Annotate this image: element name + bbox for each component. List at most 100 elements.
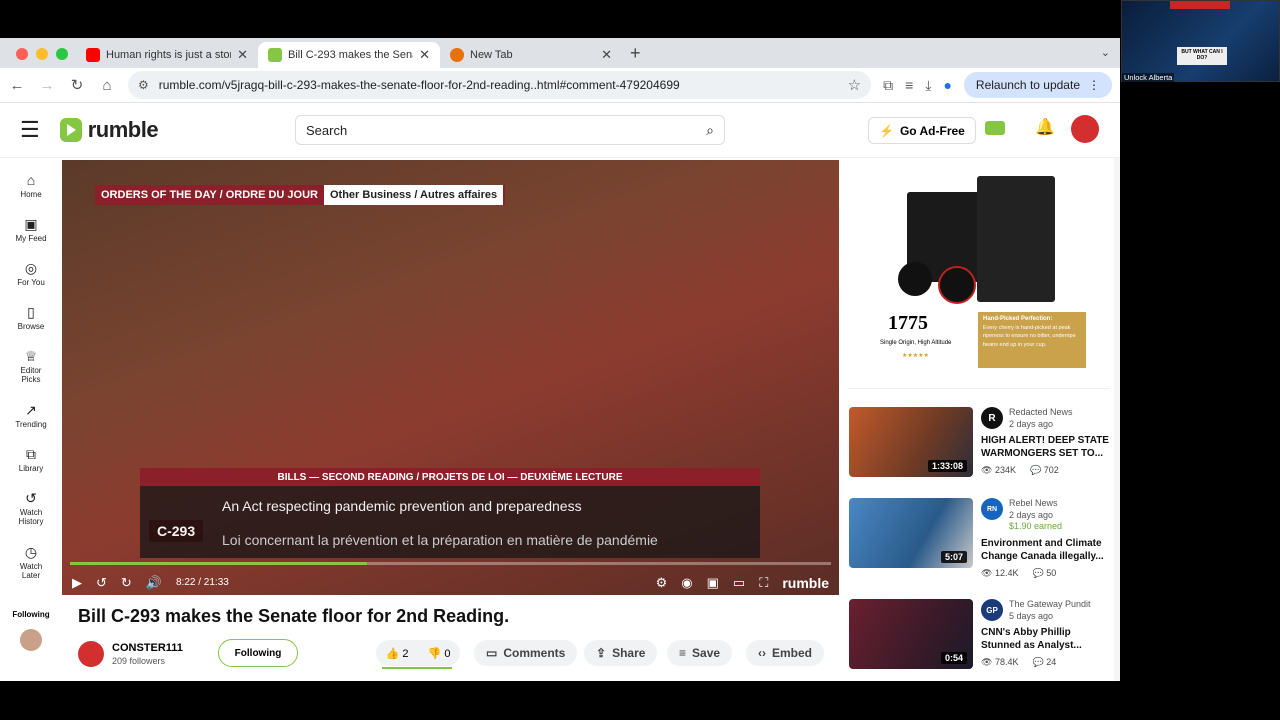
- sidebar-item-editor-picks[interactable]: ♕ Editor Picks: [0, 348, 62, 388]
- channel-info[interactable]: CONSTER111 209 followers: [78, 641, 183, 667]
- close-window-button[interactable]: [16, 48, 28, 60]
- user-avatar[interactable]: [1071, 115, 1099, 143]
- video-duration: 5:07: [940, 551, 967, 563]
- dislike-button[interactable]: 👎 0: [428, 647, 451, 660]
- pip-video[interactable]: BUT WHAT CAN I DO? Unlock Alberta: [1121, 0, 1280, 82]
- rewind-icon[interactable]: ↺: [96, 575, 107, 591]
- rumble-favicon-icon: [268, 48, 282, 62]
- sidebar-item-home[interactable]: ⌂ Home: [0, 172, 62, 202]
- search-icon[interactable]: ⌕: [706, 122, 714, 139]
- video-player[interactable]: ORDERS OF THE DAY / ORDRE DU JOUR Other …: [62, 160, 839, 595]
- pip-label: Unlock Alberta: [1122, 73, 1175, 82]
- home-browser-icon[interactable]: ⌂: [98, 77, 116, 94]
- relaunch-button[interactable]: Relaunch to update ⋮: [963, 72, 1112, 98]
- sidebar-item-my-feed[interactable]: ▣ My Feed: [0, 216, 62, 246]
- more-vertical-icon[interactable]: ⋮: [1088, 78, 1100, 92]
- back-arrow-icon[interactable]: ←: [8, 77, 26, 94]
- search-input[interactable]: Search ⌕: [295, 115, 725, 145]
- new-tab-plus-icon[interactable]: +: [630, 43, 641, 64]
- close-tab-icon[interactable]: ✕: [419, 47, 430, 63]
- view-count: 12.4K: [994, 568, 1019, 579]
- forward-icon[interactable]: ↻: [121, 575, 132, 591]
- video-progress-bar[interactable]: [70, 562, 831, 565]
- player-rumble-logo[interactable]: rumble: [782, 575, 829, 591]
- progress-fill: [70, 562, 367, 565]
- tab-human-rights[interactable]: Human rights is just a story - ✕: [76, 42, 258, 68]
- site-settings-icon[interactable]: ⚙: [138, 78, 149, 92]
- theater-mode-icon[interactable]: ▭: [733, 575, 745, 591]
- sidebar-item-library[interactable]: ⧉ Library: [0, 446, 62, 476]
- sidebar-item-trending[interactable]: ↗ Trending: [0, 402, 62, 432]
- following-button[interactable]: Following: [218, 639, 298, 667]
- hamburger-menu-icon[interactable]: ☰: [20, 117, 40, 143]
- close-tab-icon[interactable]: ✕: [237, 47, 248, 63]
- extensions-icon[interactable]: ⧉: [883, 77, 893, 94]
- video-title[interactable]: CNN's Abby Phillip Stunned as Analyst...: [981, 626, 1111, 652]
- video-thumbnail[interactable]: 0:54: [849, 599, 973, 669]
- views-stat: 👁 78.4K: [981, 657, 1019, 668]
- video-title[interactable]: Environment and Climate Change Canada il…: [981, 537, 1111, 563]
- rumble-logo[interactable]: rumble: [59, 117, 159, 143]
- bookmark-star-icon[interactable]: ☆: [848, 76, 861, 94]
- page-scrollbar[interactable]: [1114, 158, 1120, 681]
- volume-icon[interactable]: 🔊: [146, 575, 162, 591]
- upload-camera-icon[interactable]: [985, 121, 1005, 135]
- reload-icon[interactable]: ↻: [68, 76, 86, 94]
- profile-icon[interactable]: ●: [943, 77, 951, 93]
- channel-name[interactable]: CONSTER111: [112, 642, 183, 654]
- video-title[interactable]: HIGH ALERT! DEEP STATE WARMONGERS SET TO…: [981, 434, 1111, 460]
- fullscreen-icon[interactable]: ⛶: [759, 575, 768, 591]
- like-button[interactable]: 👍 2: [386, 647, 409, 660]
- go-ad-free-button[interactable]: ⚡ Go Ad-Free: [868, 117, 976, 144]
- tab-bill-c293[interactable]: Bill C-293 makes the Senate ✕: [258, 42, 440, 68]
- play-icon[interactable]: ▶: [72, 575, 82, 591]
- browser-window: Human rights is just a story - ✕ Bill C-…: [0, 38, 1120, 681]
- channel-avatar[interactable]: RN: [981, 498, 1003, 520]
- sidebar-item-watch-later[interactable]: ◷ Watch Later: [0, 544, 62, 584]
- reading-list-icon[interactable]: ≡: [905, 77, 913, 93]
- video-top-banner: ORDERS OF THE DAY / ORDRE DU JOUR Other …: [95, 185, 506, 205]
- tab-search-chevron-icon[interactable]: ⌄: [1101, 46, 1110, 59]
- following-channel-avatar[interactable]: [20, 629, 42, 651]
- comments-button[interactable]: ▭ Comments: [474, 640, 578, 666]
- channel-avatar[interactable]: GP: [981, 599, 1003, 621]
- tab-new-tab[interactable]: New Tab ✕: [440, 42, 622, 68]
- banner-left-text: ORDERS OF THE DAY / ORDRE DU JOUR: [101, 189, 318, 201]
- comments-stat: 💬 50: [1032, 568, 1057, 579]
- save-button[interactable]: ≡ Save: [667, 640, 733, 666]
- window-controls: [16, 48, 68, 60]
- channel-avatar[interactable]: R: [981, 407, 1003, 429]
- comment-count: 702: [1043, 465, 1059, 476]
- sidebar-item-for-you[interactable]: ◎ For You: [0, 260, 62, 290]
- sidebar-ad[interactable]: 1775 Single Origin, High Altitude ★★★★★ …: [852, 172, 1110, 382]
- settings-gear-icon[interactable]: ⚙: [656, 575, 668, 591]
- recommended-video[interactable]: 1:33:08 R Redacted News 2 days ago HIGH …: [849, 407, 1111, 479]
- channel-name[interactable]: Rebel News: [1009, 498, 1062, 510]
- autoplay-toggle-icon[interactable]: ◉: [681, 575, 692, 591]
- embed-button[interactable]: ‹› Embed: [746, 640, 825, 666]
- sidebar-item-browse[interactable]: ▯ Browse: [0, 304, 62, 334]
- sidebar-item-label: Library: [18, 464, 44, 473]
- channel-name[interactable]: The Gateway Pundit: [1009, 599, 1091, 611]
- video-thumbnail[interactable]: 5:07: [849, 498, 973, 568]
- notification-bell-icon[interactable]: 🔔: [1035, 117, 1055, 137]
- url-field[interactable]: ⚙ rumble.com/v5jragq-bill-c-293-makes-th…: [128, 71, 872, 99]
- recommended-video[interactable]: 0:54 GP The Gateway Pundit 5 days ago CN…: [849, 599, 1111, 671]
- sidebar-item-watch-history[interactable]: ↺ Watch History: [0, 490, 62, 530]
- channel-avatar[interactable]: [78, 641, 104, 667]
- minimize-window-button[interactable]: [36, 48, 48, 60]
- video-thumbnail[interactable]: 1:33:08: [849, 407, 973, 477]
- channel-name[interactable]: Redacted News: [1009, 407, 1073, 419]
- close-tab-icon[interactable]: ✕: [601, 47, 612, 63]
- forward-arrow-icon[interactable]: →: [38, 77, 56, 94]
- recommended-video[interactable]: 5:07 RN Rebel News 2 days ago $1.90 earn…: [849, 498, 1111, 578]
- site-header: ☰ rumble Search ⌕ ⚡ Go Ad-Free 🔔: [0, 103, 1120, 158]
- maximize-window-button[interactable]: [56, 48, 68, 60]
- view-count: 78.4K: [994, 657, 1019, 668]
- share-button[interactable]: ⇪ Share: [584, 640, 658, 666]
- video-age: 2 days ago: [1009, 418, 1054, 429]
- feed-icon: ▣: [24, 216, 38, 232]
- pip-mode-icon[interactable]: ▣: [707, 575, 719, 591]
- download-icon[interactable]: ⤓: [925, 77, 931, 94]
- lower-third-english: An Act respecting pandemic prevention an…: [222, 498, 582, 514]
